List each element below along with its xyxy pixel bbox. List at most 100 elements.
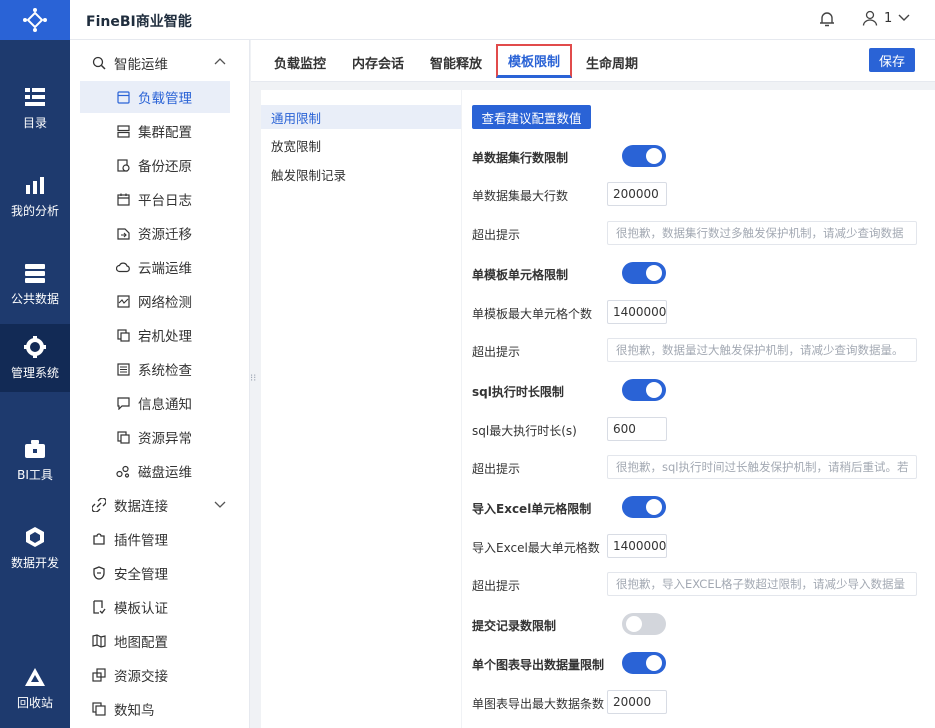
- excel-max-cells-label: 导入Excel最大单元格数: [472, 541, 600, 555]
- subnav-item-backup[interactable]: 备份还原: [80, 149, 230, 181]
- handover-icon: [92, 668, 106, 682]
- template-cells-tip-input[interactable]: 很抱歉，数据量过大触发保护机制，请减少查询数据量。: [607, 338, 917, 362]
- subnav-item-platform-log[interactable]: 平台日志: [80, 183, 230, 215]
- calendar-icon: [116, 192, 130, 206]
- rail-label: 目录: [22, 115, 47, 130]
- sql-max-duration-input[interactable]: [607, 417, 667, 441]
- subnav-group-label: 地图配置: [114, 635, 168, 651]
- user-icon: [862, 10, 878, 26]
- chart-export-max-label: 单图表导出最大数据条数: [472, 697, 605, 711]
- chart-export-max-input[interactable]: [607, 690, 667, 714]
- sql-duration-limit-toggle[interactable]: [622, 379, 666, 401]
- rail-label: 公共数据: [10, 291, 59, 306]
- sql-duration-limit-label: sql执行时长限制: [472, 385, 564, 399]
- resize-handle[interactable]: ⁝⁝: [250, 374, 256, 390]
- submit-records-limit-label: 提交记录数限制: [472, 619, 557, 633]
- public-data-icon: [24, 262, 46, 284]
- template-cells-limit-label: 单模板单元格限制: [472, 268, 569, 282]
- subnav-item-label: 系统检查: [138, 363, 192, 379]
- subnav-group-resource-handover[interactable]: 资源交接: [70, 660, 250, 690]
- limits-list: 通用限制 放宽限制 触发限制记录: [261, 90, 461, 728]
- tab-smart-release[interactable]: 智能释放: [425, 48, 487, 76]
- rail-item-catalog[interactable]: 目录: [0, 70, 70, 146]
- logo-icon: [23, 8, 47, 32]
- load-icon: [116, 90, 130, 104]
- view-suggested-config-button[interactable]: 查看建议配置数值: [472, 105, 591, 129]
- subnav-item-label: 宕机处理: [138, 329, 192, 345]
- subnav-group-security[interactable]: 安全管理: [70, 558, 250, 588]
- dataset-rows-limit-toggle[interactable]: [622, 145, 666, 167]
- link-icon: [92, 498, 106, 512]
- subnav-group-ops[interactable]: 智能运维: [70, 48, 250, 78]
- subnav-item-cloud-ops[interactable]: 云端运维: [80, 251, 230, 283]
- excel-cells-limit-label: 导入Excel单元格限制: [472, 502, 592, 516]
- overflow-tip-label: 超出提示: [472, 579, 521, 593]
- template-max-cells-input[interactable]: [607, 300, 667, 324]
- submit-records-limit-toggle[interactable]: [622, 613, 666, 635]
- subnav-group-template-auth[interactable]: 模板认证: [70, 592, 250, 622]
- overflow-tip-label: 超出提示: [472, 228, 521, 242]
- subnav-item-crash[interactable]: 宕机处理: [80, 319, 230, 351]
- subnav-item-label: 信息通知: [138, 397, 192, 413]
- limit-item-general[interactable]: 通用限制: [261, 105, 461, 129]
- subnav-item-network-check[interactable]: 网络检测: [80, 285, 230, 317]
- rail-item-recycle-bin[interactable]: 回收站: [0, 650, 70, 726]
- subnav-group-plugins[interactable]: 插件管理: [70, 524, 250, 554]
- user-menu[interactable]: 1: [862, 10, 910, 26]
- subnav-group-data-connection[interactable]: 数据连接: [70, 490, 250, 520]
- bell-icon[interactable]: [818, 10, 836, 28]
- puzzle-icon: [92, 532, 106, 546]
- subnav-item-load-management[interactable]: 负载管理: [80, 81, 230, 113]
- rail-item-bi-tools[interactable]: BI工具: [0, 422, 70, 498]
- subnav-item-migration[interactable]: 资源迁移: [80, 217, 230, 249]
- user-name: 1: [884, 10, 893, 26]
- finebi-logo[interactable]: [0, 0, 70, 40]
- rail-item-public-data[interactable]: 公共数据: [0, 246, 70, 322]
- resource-icon: [116, 430, 130, 444]
- subnav-group-map-config[interactable]: 地图配置: [70, 626, 250, 656]
- dataset-rows-tip-input[interactable]: 很抱歉，数据集行数过多触发保护机制，请减少查询数据: [607, 221, 917, 245]
- load-tabs: 负载监控 内存会话 智能释放 模板限制 生命周期 保存: [251, 40, 935, 82]
- subnav-item-label: 磁盘运维: [138, 465, 192, 481]
- chevron-down-icon: [214, 501, 226, 508]
- cluster-icon: [116, 124, 130, 138]
- subnav-item-label: 集群配置: [138, 125, 192, 141]
- subnav-item-resource-anomaly[interactable]: 资源异常: [80, 421, 230, 453]
- rail-label: BI工具: [17, 467, 53, 482]
- subnav-group-label: 插件管理: [114, 533, 168, 549]
- bird-icon: [92, 702, 106, 716]
- subnav-item-system-check[interactable]: 系统检查: [80, 353, 230, 385]
- tab-load-monitor[interactable]: 负载监控: [269, 48, 331, 76]
- subnav-item-notify[interactable]: 信息通知: [80, 387, 230, 419]
- document-icon: [116, 328, 130, 342]
- ops-icon: [92, 56, 106, 70]
- template-cells-limit-toggle[interactable]: [622, 262, 666, 284]
- limit-item-relaxed[interactable]: 放宽限制: [261, 133, 461, 157]
- save-button[interactable]: 保存: [869, 48, 915, 72]
- rail-label: 我的分析: [10, 203, 59, 218]
- rail-item-management[interactable]: 管理系统: [0, 324, 70, 392]
- tab-memory-session[interactable]: 内存会话: [347, 48, 409, 76]
- subnav-item-disk-ops[interactable]: 磁盘运维: [80, 455, 230, 487]
- excel-tip-input[interactable]: 很抱歉，导入EXCEL格子数超过限制，请减少导入数据量: [607, 572, 917, 596]
- subnav-group-label: 数据连接: [114, 499, 168, 515]
- overflow-tip-label: 超出提示: [472, 345, 521, 359]
- tab-lifecycle[interactable]: 生命周期: [581, 48, 643, 76]
- subnav-group-label: 资源交接: [114, 669, 168, 685]
- subnav-item-cluster[interactable]: 集群配置: [80, 115, 230, 147]
- rail-item-analysis[interactable]: 我的分析: [0, 158, 70, 234]
- sql-tip-input[interactable]: 很抱歉，sql执行时间过长触发保护机制，请稍后重试。若: [607, 455, 917, 479]
- limit-item-trigger-records[interactable]: 触发限制记录: [261, 162, 461, 186]
- top-header: FineBI商业智能 1: [70, 0, 935, 40]
- chart-export-limit-label: 单个图表导出数据量限制: [472, 658, 605, 672]
- subnav-item-label: 资源迁移: [138, 227, 192, 243]
- excel-max-cells-input[interactable]: [607, 534, 667, 558]
- chart-export-limit-toggle[interactable]: [622, 652, 666, 674]
- map-icon: [92, 634, 106, 648]
- rail-item-data-dev[interactable]: 数据开发: [0, 510, 70, 586]
- tab-template-limit[interactable]: 模板限制: [496, 44, 572, 78]
- shield-icon: [92, 566, 106, 580]
- dataset-max-rows-input[interactable]: [607, 182, 667, 206]
- subnav-group-shuzhiniao[interactable]: 数知鸟: [70, 694, 250, 724]
- excel-cells-limit-toggle[interactable]: [622, 496, 666, 518]
